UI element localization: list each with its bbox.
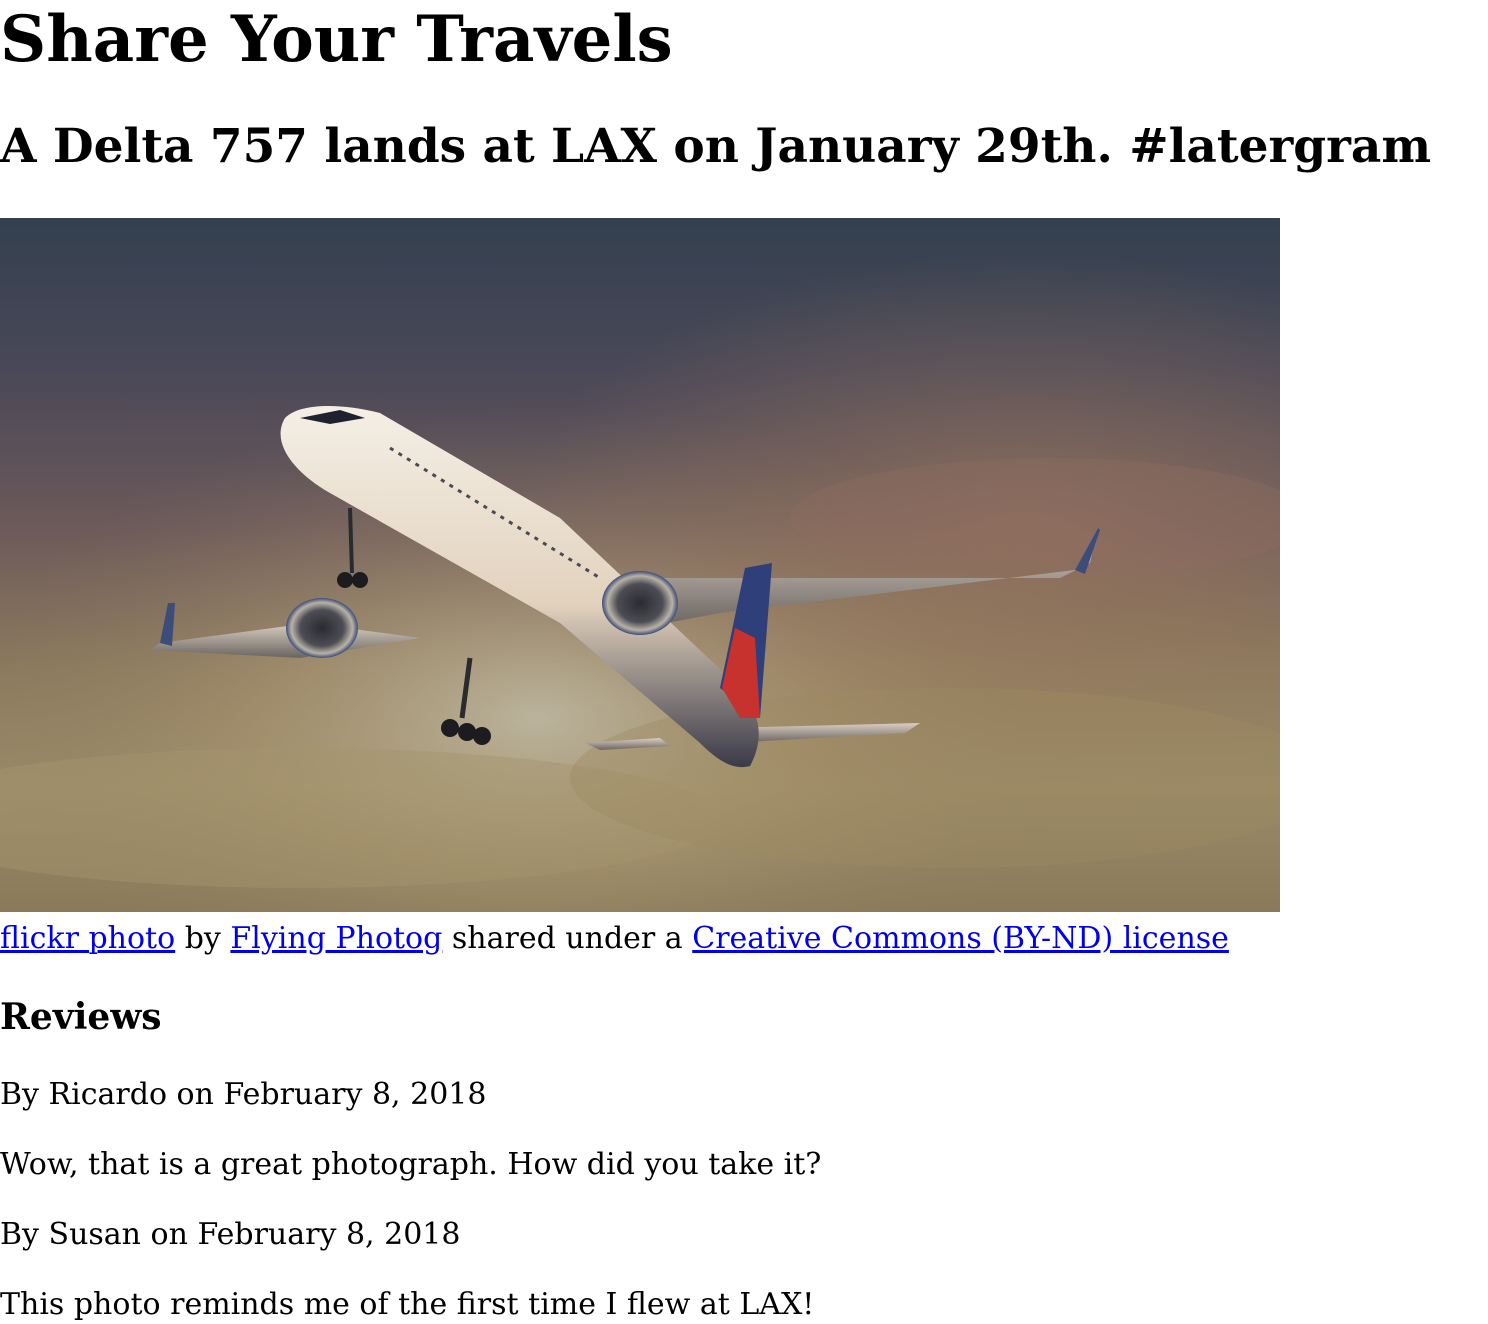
flickr-photo-link[interactable]: flickr photo: [0, 921, 175, 956]
reviews-heading: Reviews: [0, 996, 162, 1038]
credit-by-text: by: [184, 921, 221, 956]
review-text: Wow, that is a great photograph. How did…: [0, 1147, 822, 1182]
airplane-photo: [0, 218, 1280, 912]
review-meta: By Ricardo on February 8, 2018: [0, 1077, 487, 1112]
license-link[interactable]: Creative Commons (BY-ND) license: [692, 921, 1229, 956]
post-title: A Delta 757 lands at LAX on January 29th…: [0, 119, 1432, 174]
photo-credit: flickr photo by Flying Photog shared und…: [0, 918, 1229, 960]
page-title: Share Your Travels: [0, 2, 673, 77]
review-meta: By Susan on February 8, 2018: [0, 1217, 461, 1252]
photographer-link[interactable]: Flying Photog: [230, 921, 442, 956]
review-text: This photo reminds me of the first time …: [0, 1287, 815, 1322]
credit-shared-text: shared under a: [451, 921, 683, 956]
